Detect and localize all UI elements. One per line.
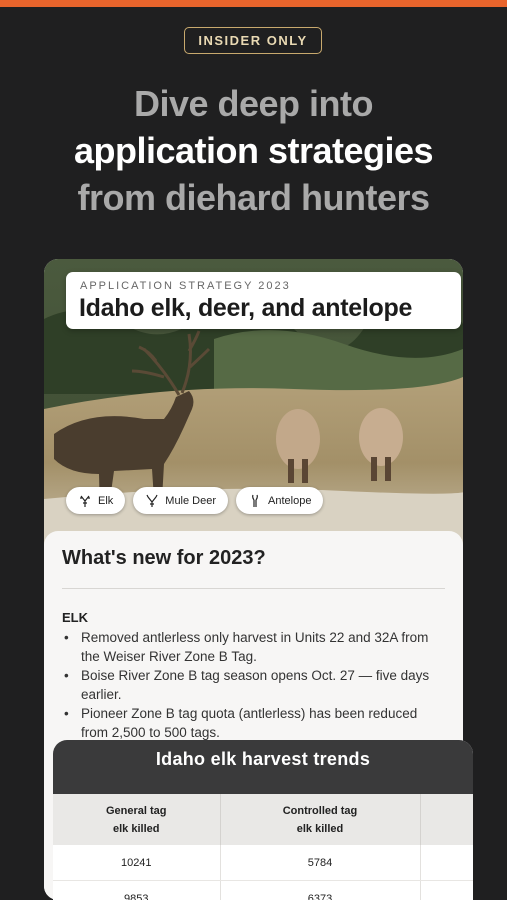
table-cell xyxy=(420,880,473,900)
chip-antelope-label: Antelope xyxy=(268,494,312,507)
page-headline: Dive deep into application strategies fr… xyxy=(0,80,507,221)
column-header-extra xyxy=(420,794,473,845)
list-item: Removed antlerless only harvest in Units… xyxy=(62,628,447,666)
chip-elk-label: Elk xyxy=(98,494,114,507)
chip-mule-deer-label: Mule Deer xyxy=(165,494,217,507)
elk-icon xyxy=(80,495,90,507)
list-item: Pioneer Zone B tag quota (antlerless) ha… xyxy=(62,704,447,742)
insider-only-badge: INSIDER ONLY xyxy=(184,27,322,54)
table-row: 9853 6373 xyxy=(53,880,473,900)
table-cell xyxy=(420,845,473,881)
divider xyxy=(62,588,445,589)
deer-icon xyxy=(146,494,158,507)
headline-line-2: application strategies xyxy=(73,130,434,171)
table-cell: 9853 xyxy=(53,880,221,900)
column-header-controlled: Controlled tag elk killed xyxy=(220,794,421,845)
harvest-table: General tag elk killed Controlled tag elk … xyxy=(53,794,473,900)
table-cell: 10241 xyxy=(53,845,221,881)
table-row: 10241 5784 xyxy=(53,845,473,881)
harvest-trends-card[interactable]: Idaho elk harvest trends General tag elk … xyxy=(53,740,473,900)
chip-elk[interactable]: Elk xyxy=(66,487,126,514)
headline-line-3: from diehard hunters xyxy=(77,177,430,218)
chip-antelope[interactable]: Antelope xyxy=(236,487,324,514)
column-header-general: General tag elk killed xyxy=(53,794,221,845)
elk-section-label: ELK xyxy=(62,610,88,625)
antelope-icon xyxy=(252,494,258,507)
table-cell: 6373 xyxy=(220,880,421,900)
elk-updates-list: Removed antlerless only harvest in Units… xyxy=(62,628,447,742)
table-header-row: General tag elk killed Controlled tag elk … xyxy=(53,794,473,845)
chip-mule-deer[interactable]: Mule Deer xyxy=(133,487,229,514)
headline-line-1: Dive deep into xyxy=(133,83,374,124)
strategy-title: Idaho elk, deer, and antelope xyxy=(79,294,413,322)
harvest-trends-title: Idaho elk harvest trends xyxy=(53,740,473,794)
top-accent-bar xyxy=(0,0,507,7)
table-cell: 5784 xyxy=(220,845,421,881)
species-chips: Elk Mule Deer Antelope xyxy=(66,487,324,514)
strategy-title-box: APPLICATION STRATEGY 2023 Idaho elk, dee… xyxy=(66,272,461,329)
list-item: Boise River Zone B tag season opens Oct.… xyxy=(62,666,447,704)
strategy-subtitle: APPLICATION STRATEGY 2023 xyxy=(80,280,291,292)
whats-new-heading: What's new for 2023? xyxy=(62,547,266,569)
